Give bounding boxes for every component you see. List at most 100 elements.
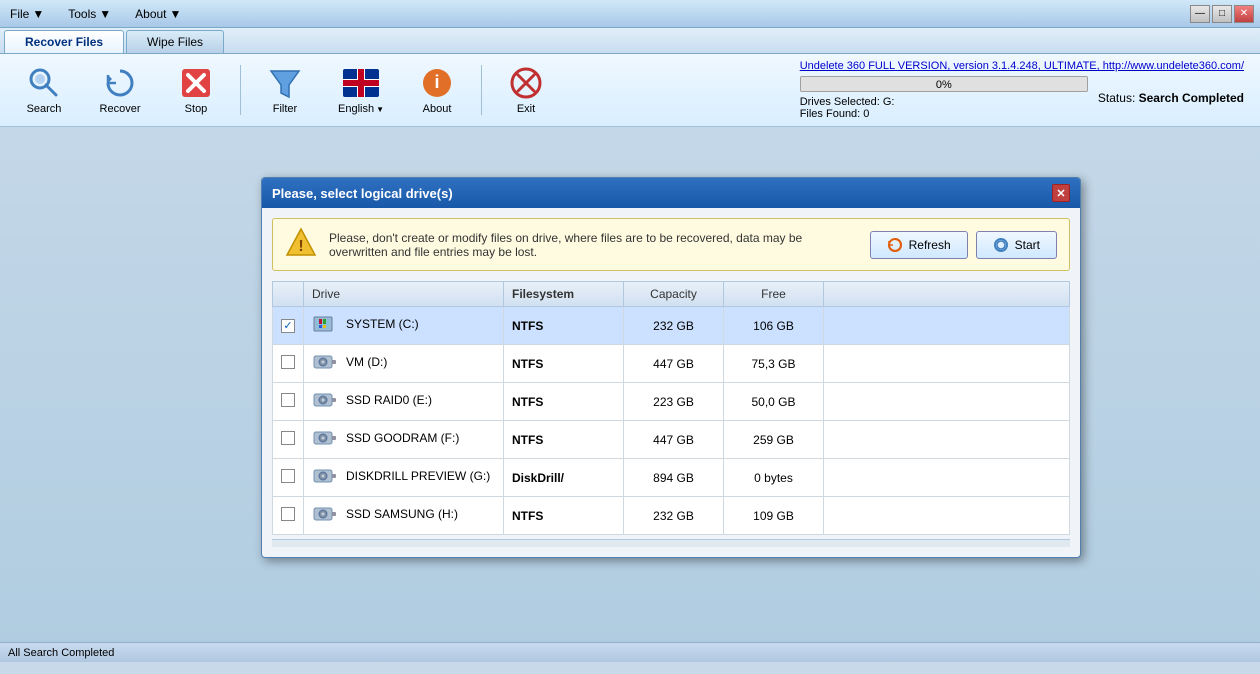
- progress-text: 0%: [801, 77, 1087, 92]
- drive-checkbox-g[interactable]: [281, 469, 295, 483]
- table-scrollbar[interactable]: [272, 539, 1070, 547]
- menu-about[interactable]: About ▼: [131, 5, 185, 23]
- drive-filesystem-c: NTFS: [504, 307, 624, 345]
- drive-filesystem-d: NTFS: [504, 345, 624, 383]
- close-button[interactable]: ✕: [1234, 5, 1254, 23]
- bottom-status-bar: All Search Completed: [0, 642, 1260, 662]
- drive-filesystem-g: DiskDrill/: [504, 459, 624, 497]
- maximize-button[interactable]: □: [1212, 5, 1232, 23]
- svg-text:i: i: [434, 72, 439, 92]
- version-link[interactable]: Undelete 360 FULL VERSION, version 3.1.4…: [800, 60, 1244, 72]
- english-icon: [343, 65, 379, 101]
- drive-capacity-d: 447 GB: [624, 345, 724, 383]
- drive-extra-e: [824, 383, 1070, 421]
- menu-file[interactable]: File ▼: [6, 5, 48, 23]
- drive-extra-h: [824, 497, 1070, 535]
- about-button[interactable]: i About: [401, 60, 473, 120]
- progress-bar: 0%: [800, 76, 1088, 92]
- col-header-check: [273, 282, 304, 307]
- recover-button[interactable]: Recover: [84, 60, 156, 120]
- warning-banner: ! Please, don't create or modify files o…: [272, 218, 1070, 271]
- col-header-extra: [824, 282, 1070, 307]
- bottom-status-text: All Search Completed: [8, 647, 114, 659]
- toolbar: Search Recover Stop Filter: [0, 54, 1260, 127]
- menu-tools[interactable]: Tools ▼: [64, 5, 115, 23]
- start-icon: [993, 237, 1009, 253]
- drive-extra-f: [824, 421, 1070, 459]
- drive-free-f: 259 GB: [724, 421, 824, 459]
- warning-icon: !: [285, 227, 317, 262]
- drive-free-d: 75,3 GB: [724, 345, 824, 383]
- stop-icon: [178, 65, 214, 101]
- drive-name-f: SSD GOODRAM (F:): [304, 421, 504, 459]
- separator-1: [240, 65, 241, 115]
- drive-free-c: 106 GB: [724, 307, 824, 345]
- stop-button[interactable]: Stop: [160, 60, 232, 120]
- table-row[interactable]: SSD RAID0 (E:)NTFS223 GB50,0 GB: [273, 383, 1070, 421]
- table-row[interactable]: VM (D:)NTFS447 GB75,3 GB: [273, 345, 1070, 383]
- drive-table: Drive Filesystem Capacity Free SYSTEM (C…: [272, 281, 1070, 535]
- drive-checkbox-e[interactable]: [281, 393, 295, 407]
- drive-free-h: 109 GB: [724, 497, 824, 535]
- status-text: Status: Search Completed: [1098, 91, 1244, 105]
- drive-checkbox-d[interactable]: [281, 355, 295, 369]
- drive-capacity-e: 223 GB: [624, 383, 724, 421]
- window-controls: — □ ✕: [1190, 5, 1254, 23]
- refresh-icon: [887, 237, 903, 253]
- tab-bar: Recover Files Wipe Files: [0, 28, 1260, 54]
- drive-extra-d: [824, 345, 1070, 383]
- drives-selected: Drives Selected: G:: [800, 96, 1088, 108]
- table-row[interactable]: DISKDRILL PREVIEW (G:)DiskDrill/894 GB0 …: [273, 459, 1070, 497]
- start-button[interactable]: Start: [976, 231, 1057, 259]
- menu-bar: File ▼ Tools ▼ About ▼: [6, 5, 185, 23]
- tab-wipe-files[interactable]: Wipe Files: [126, 30, 224, 53]
- drive-filesystem-h: NTFS: [504, 497, 624, 535]
- filter-icon: [267, 65, 303, 101]
- col-header-capacity: Capacity: [624, 282, 724, 307]
- filter-button[interactable]: Filter: [249, 60, 321, 120]
- col-header-free: Free: [724, 282, 824, 307]
- table-row[interactable]: SSD GOODRAM (F:)NTFS447 GB259 GB: [273, 421, 1070, 459]
- drive-extra-c: [824, 307, 1070, 345]
- drive-filesystem-e: NTFS: [504, 383, 624, 421]
- drive-name-g: DISKDRILL PREVIEW (G:): [304, 459, 504, 497]
- drive-capacity-g: 894 GB: [624, 459, 724, 497]
- main-content: Please, select logical drive(s) ✕ ! Plea…: [0, 127, 1260, 674]
- table-row[interactable]: SSD SAMSUNG (H:)NTFS232 GB109 GB: [273, 497, 1070, 535]
- dialog-actions: Refresh Start: [870, 231, 1057, 259]
- warning-text: Please, don't create or modify files on …: [329, 231, 858, 259]
- svg-text:!: !: [298, 238, 303, 255]
- drive-capacity-f: 447 GB: [624, 421, 724, 459]
- tab-recover-files[interactable]: Recover Files: [4, 30, 124, 53]
- english-button[interactable]: English ▼: [325, 60, 397, 120]
- col-header-filesystem: Filesystem: [504, 282, 624, 307]
- drive-extra-g: [824, 459, 1070, 497]
- table-row[interactable]: SYSTEM (C:)NTFS232 GB106 GB: [273, 307, 1070, 345]
- col-header-drive: Drive: [304, 282, 504, 307]
- files-found: Files Found: 0: [800, 108, 1088, 120]
- search-button[interactable]: Search: [8, 60, 80, 120]
- drive-checkbox-c[interactable]: [281, 319, 295, 333]
- drive-select-dialog: Please, select logical drive(s) ✕ ! Plea…: [261, 177, 1081, 558]
- drive-name-d: VM (D:): [304, 345, 504, 383]
- drive-free-e: 50,0 GB: [724, 383, 824, 421]
- exit-icon: [508, 65, 544, 101]
- dialog-title: Please, select logical drive(s): [272, 186, 453, 201]
- drive-free-g: 0 bytes: [724, 459, 824, 497]
- refresh-button[interactable]: Refresh: [870, 231, 968, 259]
- drive-name-e: SSD RAID0 (E:): [304, 383, 504, 421]
- table-header: Drive Filesystem Capacity Free: [273, 282, 1070, 307]
- drive-checkbox-h[interactable]: [281, 507, 295, 521]
- dialog-close-button[interactable]: ✕: [1052, 184, 1070, 202]
- exit-button[interactable]: Exit: [490, 60, 562, 120]
- dialog-titlebar: Please, select logical drive(s) ✕: [262, 178, 1080, 208]
- search-icon: [26, 65, 62, 101]
- drive-capacity-h: 232 GB: [624, 497, 724, 535]
- drive-capacity-c: 232 GB: [624, 307, 724, 345]
- minimize-button[interactable]: —: [1190, 5, 1210, 23]
- drive-name-h: SSD SAMSUNG (H:): [304, 497, 504, 535]
- drive-checkbox-f[interactable]: [281, 431, 295, 445]
- status-area: Undelete 360 FULL VERSION, version 3.1.4…: [792, 58, 1252, 122]
- drive-filesystem-f: NTFS: [504, 421, 624, 459]
- title-bar: File ▼ Tools ▼ About ▼ — □ ✕: [0, 0, 1260, 28]
